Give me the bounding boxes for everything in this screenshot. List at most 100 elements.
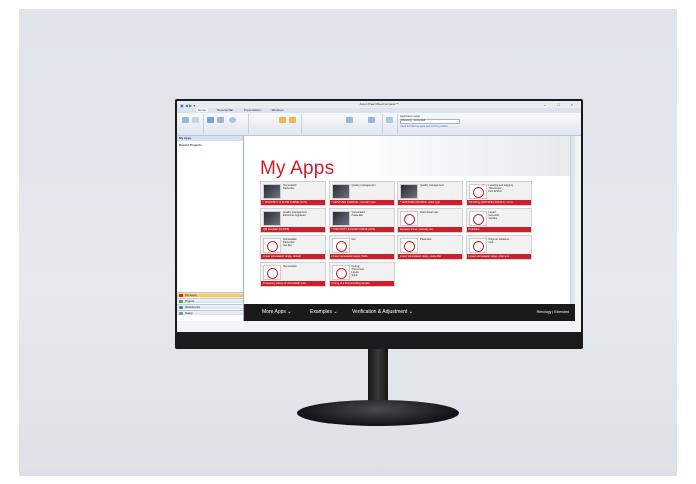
paste-icon[interactable] bbox=[182, 117, 189, 123]
sidebar-item-setup[interactable]: Setup bbox=[177, 310, 243, 315]
app-tile-description: Viscoelastic bbox=[283, 265, 297, 268]
workbooks-icon bbox=[179, 306, 183, 309]
app-tile-description: Gel bbox=[351, 238, 356, 241]
app-tile-description: Polymer solutions melt bbox=[488, 238, 509, 245]
app-tile-title: QM template (CFOPS) bbox=[261, 227, 325, 232]
app-tile[interactable]: Polymer solutions melt Linear viscoelasti… bbox=[465, 235, 532, 260]
sidebar-item-label: Project bbox=[185, 299, 195, 303]
ribbon: Application mode Rheology - Extended Use… bbox=[177, 113, 581, 136]
app-tile[interactable]: Liquid Gel-solid Gel-like Definition bbox=[465, 208, 532, 233]
app-tile-title: * LEISTUNG CHARGE...cemistry type bbox=[329, 200, 394, 205]
app-tile-description: Paste-like bbox=[420, 238, 432, 241]
my-apps-panel: My Apps Viscoelastic Paste-like * VISCOSI… bbox=[244, 136, 575, 321]
app-tile[interactable]: Viscoelastic Paste-like Gel-like Linear v… bbox=[260, 235, 326, 260]
app-tile-title: Curing of a thermosetting sample bbox=[329, 281, 394, 286]
app-thumbnail-icon bbox=[263, 184, 281, 199]
app-tile[interactable]: Gel Linear viscoelastic range, fluids bbox=[328, 235, 395, 260]
page-title: My Apps bbox=[260, 158, 335, 179]
app-thumbnail-icon bbox=[263, 238, 281, 253]
workbook-icon[interactable] bbox=[229, 117, 236, 123]
setup-icon bbox=[179, 312, 183, 315]
app-tile-title: * LEISTUNG CHARGE...plate type bbox=[398, 200, 462, 205]
app-thumbnail-icon bbox=[331, 238, 350, 253]
app-tile[interactable]: Viscoelastic Frequency sweep of viscoelas… bbox=[260, 262, 326, 287]
app-tile-title: Frequency sweep of viscoelastic sam... bbox=[261, 281, 325, 286]
app-thumbnail-icon bbox=[263, 211, 281, 226]
app-tile-description: Quality management bbox=[420, 184, 444, 187]
app-tile-title: Thixotropy (DIN SPEC 91143-1), no st... bbox=[466, 200, 531, 205]
report-icon[interactable] bbox=[368, 117, 375, 123]
app-tile[interactable]: Quality management Electronic signature Q… bbox=[260, 208, 326, 233]
app-tile-description: Quality management Electronic signature bbox=[283, 211, 307, 218]
app-mode-label: Application mode bbox=[400, 115, 420, 118]
app-tile-title: Dynamic shear, viscosity test bbox=[398, 227, 462, 232]
tools-icon[interactable] bbox=[346, 117, 353, 123]
start-icon[interactable] bbox=[279, 117, 286, 123]
sidebar-item-my-apps[interactable]: My Apps bbox=[177, 292, 243, 297]
app-tile-description: Leveling and sagging Thixotropic ISO 321… bbox=[488, 184, 514, 194]
app-tile[interactable]: Paste-like Linear viscoelastic range, pas… bbox=[397, 235, 463, 260]
sidebar: My Apps Recent Projects My Apps Project … bbox=[177, 136, 244, 321]
tab-presentation[interactable]: Presentation bbox=[242, 108, 263, 112]
sidebar-item-label: My Apps bbox=[185, 293, 197, 297]
sidebar-item-workbooks[interactable]: Workbooks bbox=[177, 304, 243, 309]
app-tile-title: Linear viscoelastic range, fluids bbox=[329, 254, 394, 259]
app-window: ▣ ◀ ▶ ▾ Anton Paar RheoCompass™ – □ × Ho… bbox=[177, 101, 581, 332]
app-tile-description: Viscoelastic Paste-like bbox=[351, 211, 366, 218]
tab-windows[interactable]: Windows bbox=[270, 108, 286, 112]
app-tile[interactable]: Quality management * LEISTUNG CHARGE...pl… bbox=[397, 181, 463, 206]
app-tile-title: Definition bbox=[466, 227, 531, 232]
app-tile[interactable]: Fluid shear rate Dynamic shear, viscosity… bbox=[397, 208, 463, 233]
vertical-scrollbar[interactable] bbox=[570, 136, 575, 304]
app-tile-title: Linear viscoelastic range, polymers bbox=[466, 254, 531, 259]
app-thumbnail-icon bbox=[400, 211, 418, 226]
app-tile[interactable]: Quality management * LEISTUNG CHARGE...ce… bbox=[328, 181, 395, 206]
app-tile-title: * VISCOSITY & FLOW CURVE (VCS) bbox=[261, 200, 325, 205]
mode-label: Rheology | Extended bbox=[536, 310, 569, 314]
app-tile[interactable]: Leveling and sagging Thixotropic ISO 321… bbox=[465, 181, 532, 206]
tab-reports[interactable]: Reports/Tab bbox=[215, 108, 235, 112]
verification-link[interactable]: Verification & Adjustment ⌄ bbox=[352, 309, 413, 315]
search-icon[interactable] bbox=[386, 117, 393, 123]
ribbon-group-app-mode: Application mode Rheology - Extended Use… bbox=[398, 114, 464, 134]
examples-link[interactable]: Examples ⌄ bbox=[310, 309, 338, 315]
app-tile-description: Viscoelastic Paste-like Gel-like bbox=[283, 238, 297, 248]
copy-icon[interactable] bbox=[192, 117, 199, 123]
stop-icon[interactable] bbox=[289, 117, 296, 123]
app-mode-hint: Used for filtering apps and sorting prof… bbox=[400, 125, 448, 128]
ribbon-group-search bbox=[383, 114, 398, 134]
app-mode-value: Rheology - Extended bbox=[401, 119, 426, 122]
app-thumbnail-icon bbox=[468, 238, 487, 253]
title-bar: ▣ ◀ ▶ ▾ Anton Paar RheoCompass™ – □ × bbox=[177, 101, 581, 108]
window-controls[interactable]: – □ × bbox=[544, 101, 578, 108]
app-tile-title: Linear viscoelastic range, default bbox=[261, 254, 325, 259]
project-icon bbox=[179, 300, 183, 303]
ribbon-group-clipboard bbox=[179, 114, 204, 134]
sidebar-item-label: Workbooks bbox=[185, 305, 200, 309]
more-apps-link[interactable]: More Apps ⌄ bbox=[262, 309, 292, 315]
app-thumbnail-icon bbox=[331, 211, 350, 226]
recent-projects-label[interactable]: Recent Projects bbox=[177, 141, 243, 149]
sidebar-item-project[interactable]: Project bbox=[177, 298, 243, 303]
app-thumbnail-icon bbox=[468, 211, 487, 226]
app-tile-title: * VISCOSITY & FLOW CURVE (VCS) bbox=[329, 227, 394, 232]
ribbon-group-start bbox=[249, 114, 302, 134]
apps-icon bbox=[179, 294, 183, 297]
app-thumbnail-icon bbox=[400, 238, 418, 253]
app-thumbnail-icon bbox=[331, 265, 350, 280]
app-tile-description: Fluid shear rate bbox=[420, 211, 439, 214]
app-tile[interactable]: Viscoelastic Paste-like * VISCOSITY & FLO… bbox=[328, 208, 395, 233]
app-tile[interactable]: Curing Thermoset Liquid Solid Curing of a… bbox=[328, 262, 395, 287]
open-icon[interactable] bbox=[217, 117, 224, 123]
app-tile-description: Curing Thermoset Liquid Solid bbox=[351, 265, 364, 278]
app-tile-description: Viscoelastic Paste-like bbox=[283, 184, 297, 191]
bottom-bar: More Apps ⌄ Examples ⌄ Verification & Ad… bbox=[244, 304, 575, 321]
app-tile-title: Linear viscoelastic range, paste-like bbox=[398, 254, 462, 259]
new-icon[interactable] bbox=[207, 117, 214, 123]
app-tile[interactable]: Viscoelastic Paste-like * VISCOSITY & FLO… bbox=[260, 181, 326, 206]
app-thumbnail-icon bbox=[263, 265, 281, 280]
tab-home[interactable]: Home bbox=[196, 108, 209, 112]
sidebar-item-label: Setup bbox=[185, 311, 193, 315]
ribbon-group-tools bbox=[302, 114, 383, 134]
ribbon-group-new bbox=[204, 114, 249, 134]
